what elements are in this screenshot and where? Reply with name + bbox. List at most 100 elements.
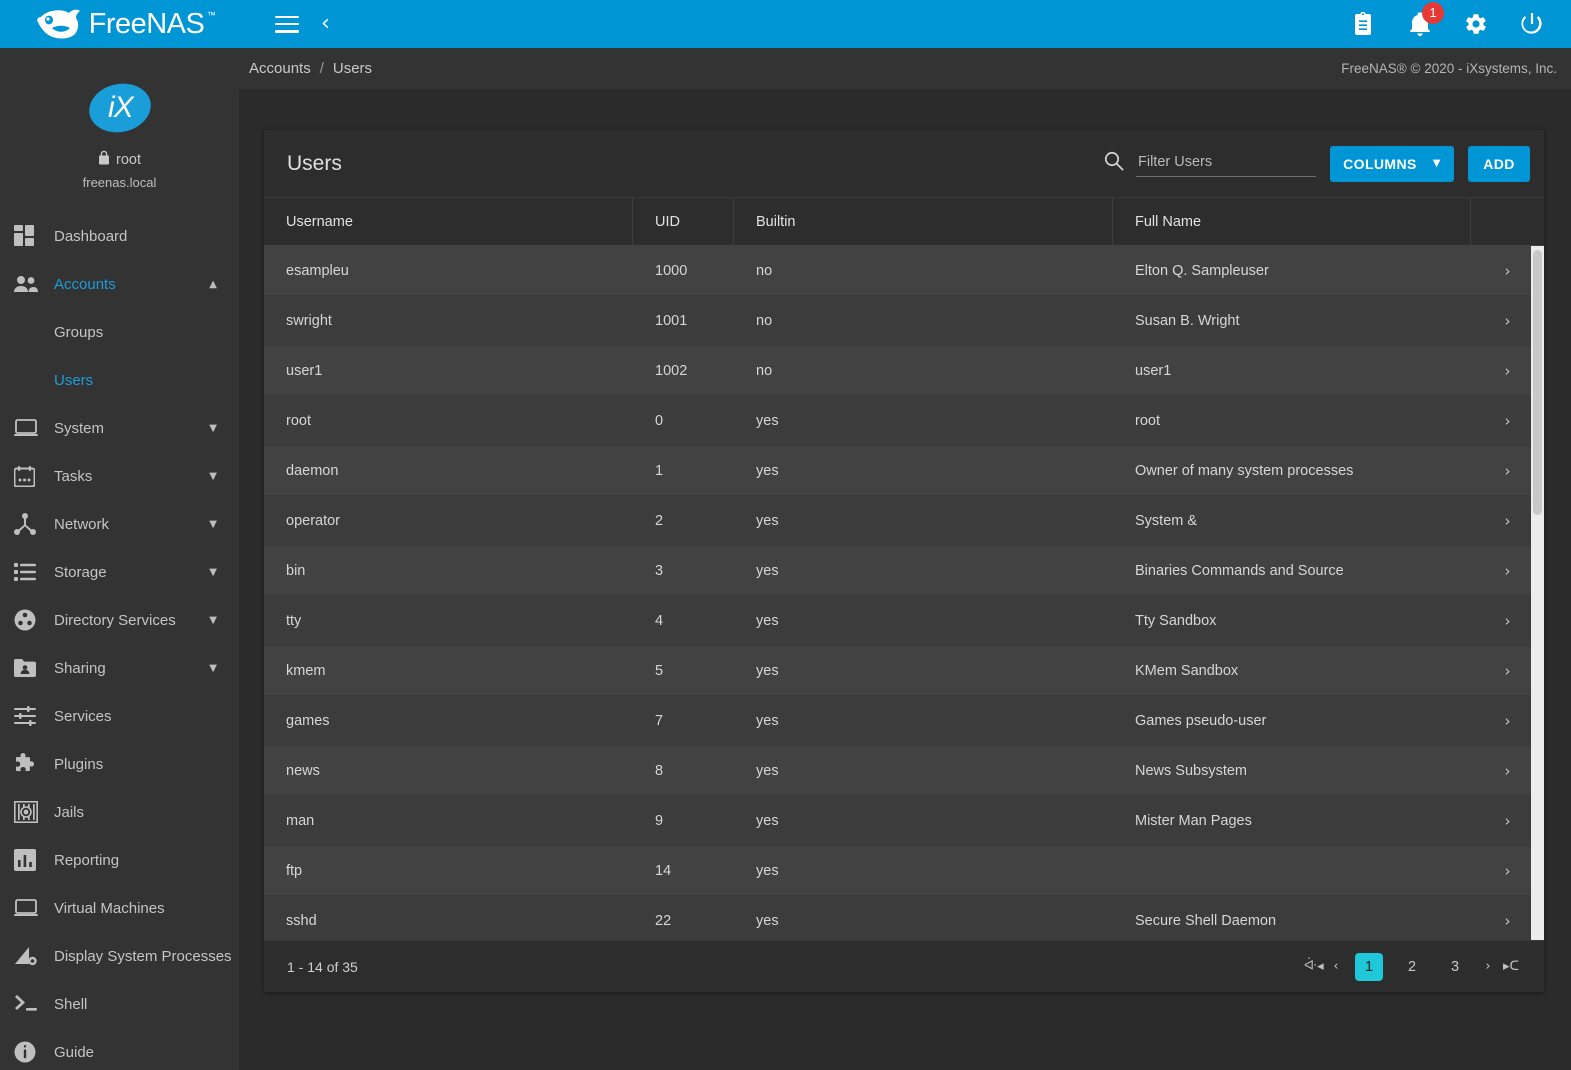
columns-button-label: COLUMNS (1343, 156, 1417, 172)
pagination-controls: ᐚ◂ ‹ 1 2 3 › ▸ᑕ (1304, 953, 1520, 981)
clipboard-icon[interactable] (1351, 11, 1377, 37)
table-row[interactable]: swright1001noSusan B. Wright› (264, 296, 1544, 346)
sidebar-item-plugins[interactable]: Plugins (0, 740, 239, 788)
sidebar-item-directory-services[interactable]: Directory Services ▼ (0, 596, 239, 644)
breadcrumb-accounts[interactable]: Accounts (249, 60, 311, 77)
columns-button[interactable]: COLUMNS ▼ (1330, 146, 1454, 182)
hostname-label: freenas.local (83, 175, 157, 190)
sidebar-item-jails[interactable]: Jails (0, 788, 239, 836)
services-sliders-icon (14, 706, 54, 726)
hamburger-menu-icon[interactable] (275, 16, 299, 33)
cell-username: sshd (264, 896, 633, 940)
prev-page-button[interactable]: ‹ (1327, 959, 1345, 974)
sidebar-item-label: Jails (54, 804, 239, 821)
sidebar-item-services[interactable]: Services (0, 692, 239, 740)
page-button-1[interactable]: 1 (1355, 953, 1383, 981)
breadcrumb-users[interactable]: Users (333, 60, 372, 77)
sidebar-item-label: System (54, 420, 209, 437)
sidebar-item-network[interactable]: Network ▼ (0, 500, 239, 548)
sidebar-item-sharing[interactable]: Sharing ▼ (0, 644, 239, 692)
card-toolbar: Users COLUMNS ▼ ADD (264, 130, 1544, 198)
table-row[interactable]: news8yesNews Subsystem› (264, 746, 1544, 796)
sidebar-item-dashboard[interactable]: Dashboard (0, 212, 239, 260)
chevron-right-icon: › (1505, 462, 1511, 480)
page-button-3[interactable]: 3 (1441, 953, 1469, 981)
chevron-left-icon[interactable]: ‹ (321, 13, 330, 35)
page-title: Users (287, 152, 342, 176)
gear-icon[interactable] (1463, 11, 1489, 37)
cell-builtin: yes (734, 646, 1113, 695)
sidebar-item-storage[interactable]: Storage ▼ (0, 548, 239, 596)
table-row[interactable]: root0yesroot› (264, 396, 1544, 446)
cell-builtin: no (734, 296, 1113, 345)
sidebar-item-system[interactable]: System ▼ (0, 404, 239, 452)
sidebar-item-virtual-machines[interactable]: Virtual Machines (0, 884, 239, 932)
table-row[interactable]: tty4yesTty Sandbox› (264, 596, 1544, 646)
scrollbar-thumb[interactable] (1533, 250, 1542, 515)
brand-logo[interactable]: FreeNAS™ (0, 0, 239, 48)
vertical-scrollbar[interactable] (1531, 246, 1544, 940)
column-header-username[interactable]: Username (264, 198, 633, 245)
topbar-right-controls: 1 (1351, 11, 1571, 37)
user-panel: iX root freenas.local (0, 48, 239, 190)
dashboard-icon (14, 225, 54, 247)
cell-uid: 0 (633, 396, 734, 445)
column-header-full-name[interactable]: Full Name (1113, 198, 1471, 245)
cell-username: root (264, 396, 633, 445)
cell-uid: 14 (633, 846, 734, 895)
table-row[interactable]: ftp14yes› (264, 846, 1544, 896)
chevron-right-icon: › (1505, 312, 1511, 330)
sidebar-item-display-system-processes[interactable]: Display System Processes (0, 932, 239, 980)
virtual-machines-icon (14, 899, 54, 917)
sidebar-item-shell[interactable]: Shell (0, 980, 239, 1028)
add-user-button[interactable]: ADD (1468, 146, 1530, 182)
column-header-uid[interactable]: UID (633, 198, 734, 245)
table-row[interactable]: sshd22yesSecure Shell Daemon› (264, 896, 1544, 940)
sidebar-item-tasks[interactable]: Tasks ▼ (0, 452, 239, 500)
chevron-right-icon: › (1505, 712, 1511, 730)
sidebar-item-guide[interactable]: Guide (0, 1028, 239, 1070)
sidebar-item-groups[interactable]: Groups (0, 308, 239, 356)
breadcrumb-separator: / (320, 60, 324, 77)
last-page-button[interactable]: ▸ᑕ (1502, 959, 1520, 974)
page-button-2[interactable]: 2 (1398, 953, 1426, 981)
cell-username: operator (264, 496, 633, 545)
search-input[interactable] (1136, 150, 1316, 177)
chevron-right-icon: › (1505, 512, 1511, 530)
bell-icon[interactable]: 1 (1407, 11, 1433, 37)
table-row[interactable]: daemon1yesOwner of many system processes… (264, 446, 1544, 496)
ixsystems-logo-icon: iX (84, 78, 155, 138)
cell-uid: 1 (633, 446, 734, 495)
chevron-down-icon: ▼ (1433, 158, 1441, 169)
hamburger-bar (275, 23, 299, 26)
chevron-right-icon: › (1505, 412, 1511, 430)
reporting-chart-icon (14, 849, 54, 871)
power-icon[interactable] (1519, 11, 1545, 37)
table-row[interactable]: games7yesGames pseudo-user› (264, 696, 1544, 746)
sharing-folder-icon (14, 659, 54, 677)
cell-username: bin (264, 546, 633, 595)
first-page-button[interactable]: ᐚ◂ (1304, 959, 1322, 974)
table-row[interactable]: esampleu1000noElton Q. Sampleuser› (264, 246, 1544, 296)
table-row[interactable]: bin3yesBinaries Commands and Source› (264, 546, 1544, 596)
chevron-right-icon: › (1505, 662, 1511, 680)
table-row[interactable]: user11002nouser1› (264, 346, 1544, 396)
sidebar-subitem-label: Groups (54, 324, 103, 341)
table-row[interactable]: operator2yesSystem &› (264, 496, 1544, 546)
sidebar-item-label: Shell (54, 996, 239, 1013)
cell-builtin: yes (734, 496, 1113, 545)
sidebar-item-users[interactable]: Users (0, 356, 239, 404)
table-row[interactable]: kmem5yesKMem Sandbox› (264, 646, 1544, 696)
cell-uid: 8 (633, 746, 734, 795)
sidebar-item-reporting[interactable]: Reporting (0, 836, 239, 884)
notification-badge: 1 (1422, 2, 1444, 24)
chevron-down-icon: ▼ (209, 423, 217, 434)
table-row[interactable]: man9yesMister Man Pages› (264, 796, 1544, 846)
cell-username: games (264, 696, 633, 745)
next-page-button[interactable]: › (1479, 959, 1497, 974)
sidebar-item-accounts[interactable]: Accounts ▲ (0, 260, 239, 308)
column-header-builtin[interactable]: Builtin (734, 198, 1113, 245)
cell-uid: 1002 (633, 346, 734, 395)
cell-full-name: Mister Man Pages (1113, 796, 1471, 845)
search-icon[interactable] (1104, 151, 1124, 176)
